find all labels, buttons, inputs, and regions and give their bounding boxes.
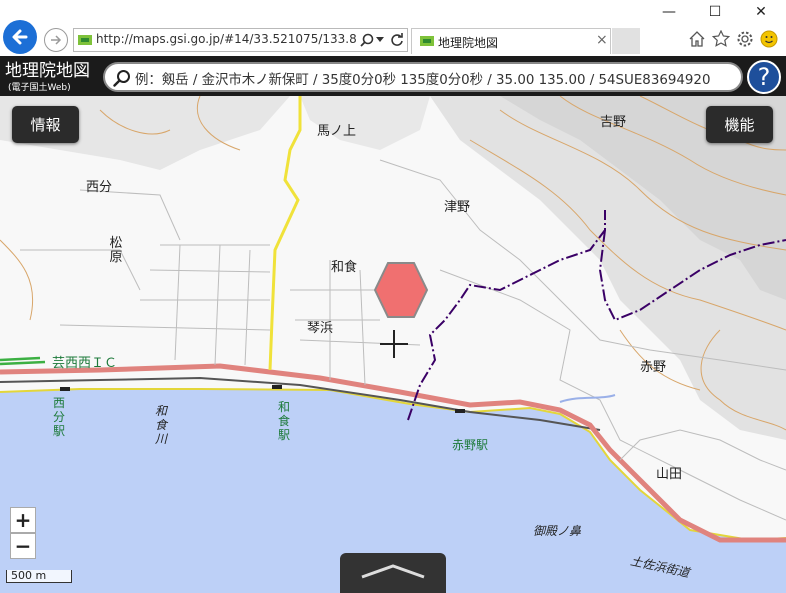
scale-bar: 500 m <box>6 570 72 583</box>
help-button[interactable]: ? <box>747 60 781 94</box>
search-icon[interactable] <box>360 33 374 47</box>
place-label-nishibun: 西分 <box>86 180 113 195</box>
gsi-logo-subtitle: (電子国土Web) <box>8 83 71 93</box>
site-favicon-icon <box>78 35 92 45</box>
station-mark-akano <box>455 409 465 413</box>
cape-label-gotenohana: 御殿ノ鼻 <box>533 524 582 538</box>
place-label-akano: 赤野 <box>640 360 667 375</box>
place-label-kotohama: 琴浜 <box>307 321 334 336</box>
search-icon <box>113 70 130 87</box>
place-search-input[interactable]: 例：剱岳 / 金沢市木ノ新保町 / 35度0分0秒 135度0分0秒 / 35.… <box>103 62 743 92</box>
info-button[interactable]: 情報 <box>12 106 79 143</box>
function-button[interactable]: 機能 <box>706 106 773 143</box>
new-tab-button[interactable] <box>612 28 640 54</box>
smiley-feedback-icon[interactable] <box>760 30 778 48</box>
place-label-ic: 芸西西ＩＣ <box>52 356 118 371</box>
refresh-icon[interactable] <box>390 33 404 47</box>
station-mark-wajiki <box>272 385 282 389</box>
station-label-nishibun: 西分駅 <box>52 396 65 438</box>
zoom-out-button[interactable]: − <box>10 533 36 559</box>
arrow-left-icon <box>12 29 28 45</box>
home-icon[interactable] <box>688 30 706 48</box>
search-placeholder: 例：剱岳 / 金沢市木ノ新保町 / 35度0分0秒 135度0分0秒 / 35.… <box>135 73 711 88</box>
browser-toolbar-icons <box>686 28 786 50</box>
window-titlebar: — ☐ ✕ <box>0 0 786 24</box>
bottom-drawer-handle[interactable] <box>340 553 446 593</box>
arrow-right-icon <box>51 35 62 45</box>
maximize-icon[interactable]: ☐ <box>692 0 738 24</box>
browser-tab[interactable]: 地理院地図 × <box>411 28 611 54</box>
favorites-star-icon[interactable] <box>712 30 730 48</box>
tab-title: 地理院地図 <box>438 36 499 50</box>
station-mark-nishibun <box>60 387 70 391</box>
station-label-akano: 赤野駅 <box>452 438 489 452</box>
river-label-wajiki: 和食川 <box>154 404 167 446</box>
station-label-wajiki: 和食駅 <box>277 400 290 442</box>
place-label-matsubara: 松原 <box>109 236 123 265</box>
address-tools <box>358 32 406 50</box>
place-label-yoshino: 吉野 <box>600 115 627 130</box>
minimize-icon[interactable]: — <box>646 0 692 24</box>
place-label-yamada: 山田 <box>656 467 683 482</box>
url-text[interactable]: http://maps.gsi.go.jp/#14/33.521075/133.… <box>96 32 399 46</box>
gsi-logo[interactable]: 地理院地図 <box>5 62 90 80</box>
dropdown-icon[interactable] <box>376 37 384 43</box>
forward-button[interactable] <box>44 28 68 52</box>
tab-close-icon[interactable]: × <box>596 32 608 48</box>
place-label-wajiki: 和食 <box>331 260 358 275</box>
gear-icon[interactable] <box>736 30 754 48</box>
tab-favicon-icon <box>420 36 434 46</box>
close-window-icon[interactable]: ✕ <box>738 0 784 24</box>
map-canvas[interactable]: 馬ノ上 吉野 西分 松原 津野 和食 琴浜 赤野 山田 芸西西ＩＣ 西分駅 和食… <box>0 96 786 593</box>
zoom-in-button[interactable]: + <box>10 507 36 533</box>
place-label-umanoue: 馬ノ上 <box>317 124 357 139</box>
chevron-up-icon <box>361 564 425 579</box>
place-label-tsuno: 津野 <box>444 200 471 215</box>
map-base-svg <box>0 96 786 593</box>
back-button[interactable] <box>3 20 37 54</box>
